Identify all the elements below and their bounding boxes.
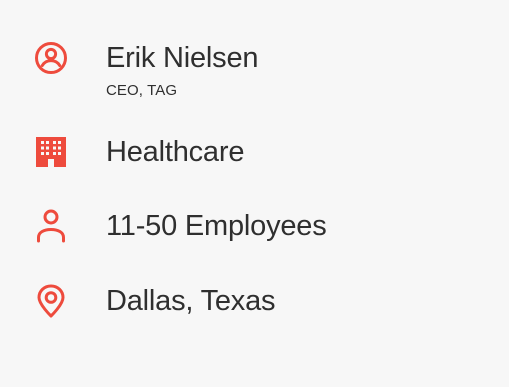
contact-title: CEO, TAG — [106, 82, 178, 99]
user-circle-icon — [34, 41, 68, 75]
location-label: Dallas, Texas — [106, 285, 276, 317]
map-pin-icon — [34, 284, 68, 318]
company-info-card: Erik Nielsen CEO, TAG Healthcare 11-50 E… — [0, 0, 509, 387]
industry-label: Healthcare — [106, 136, 245, 168]
person-icon — [34, 209, 68, 243]
contact-name: Erik Nielsen — [106, 42, 259, 74]
building-icon — [34, 135, 68, 169]
company-size-label: 11-50 Employees — [106, 210, 327, 242]
